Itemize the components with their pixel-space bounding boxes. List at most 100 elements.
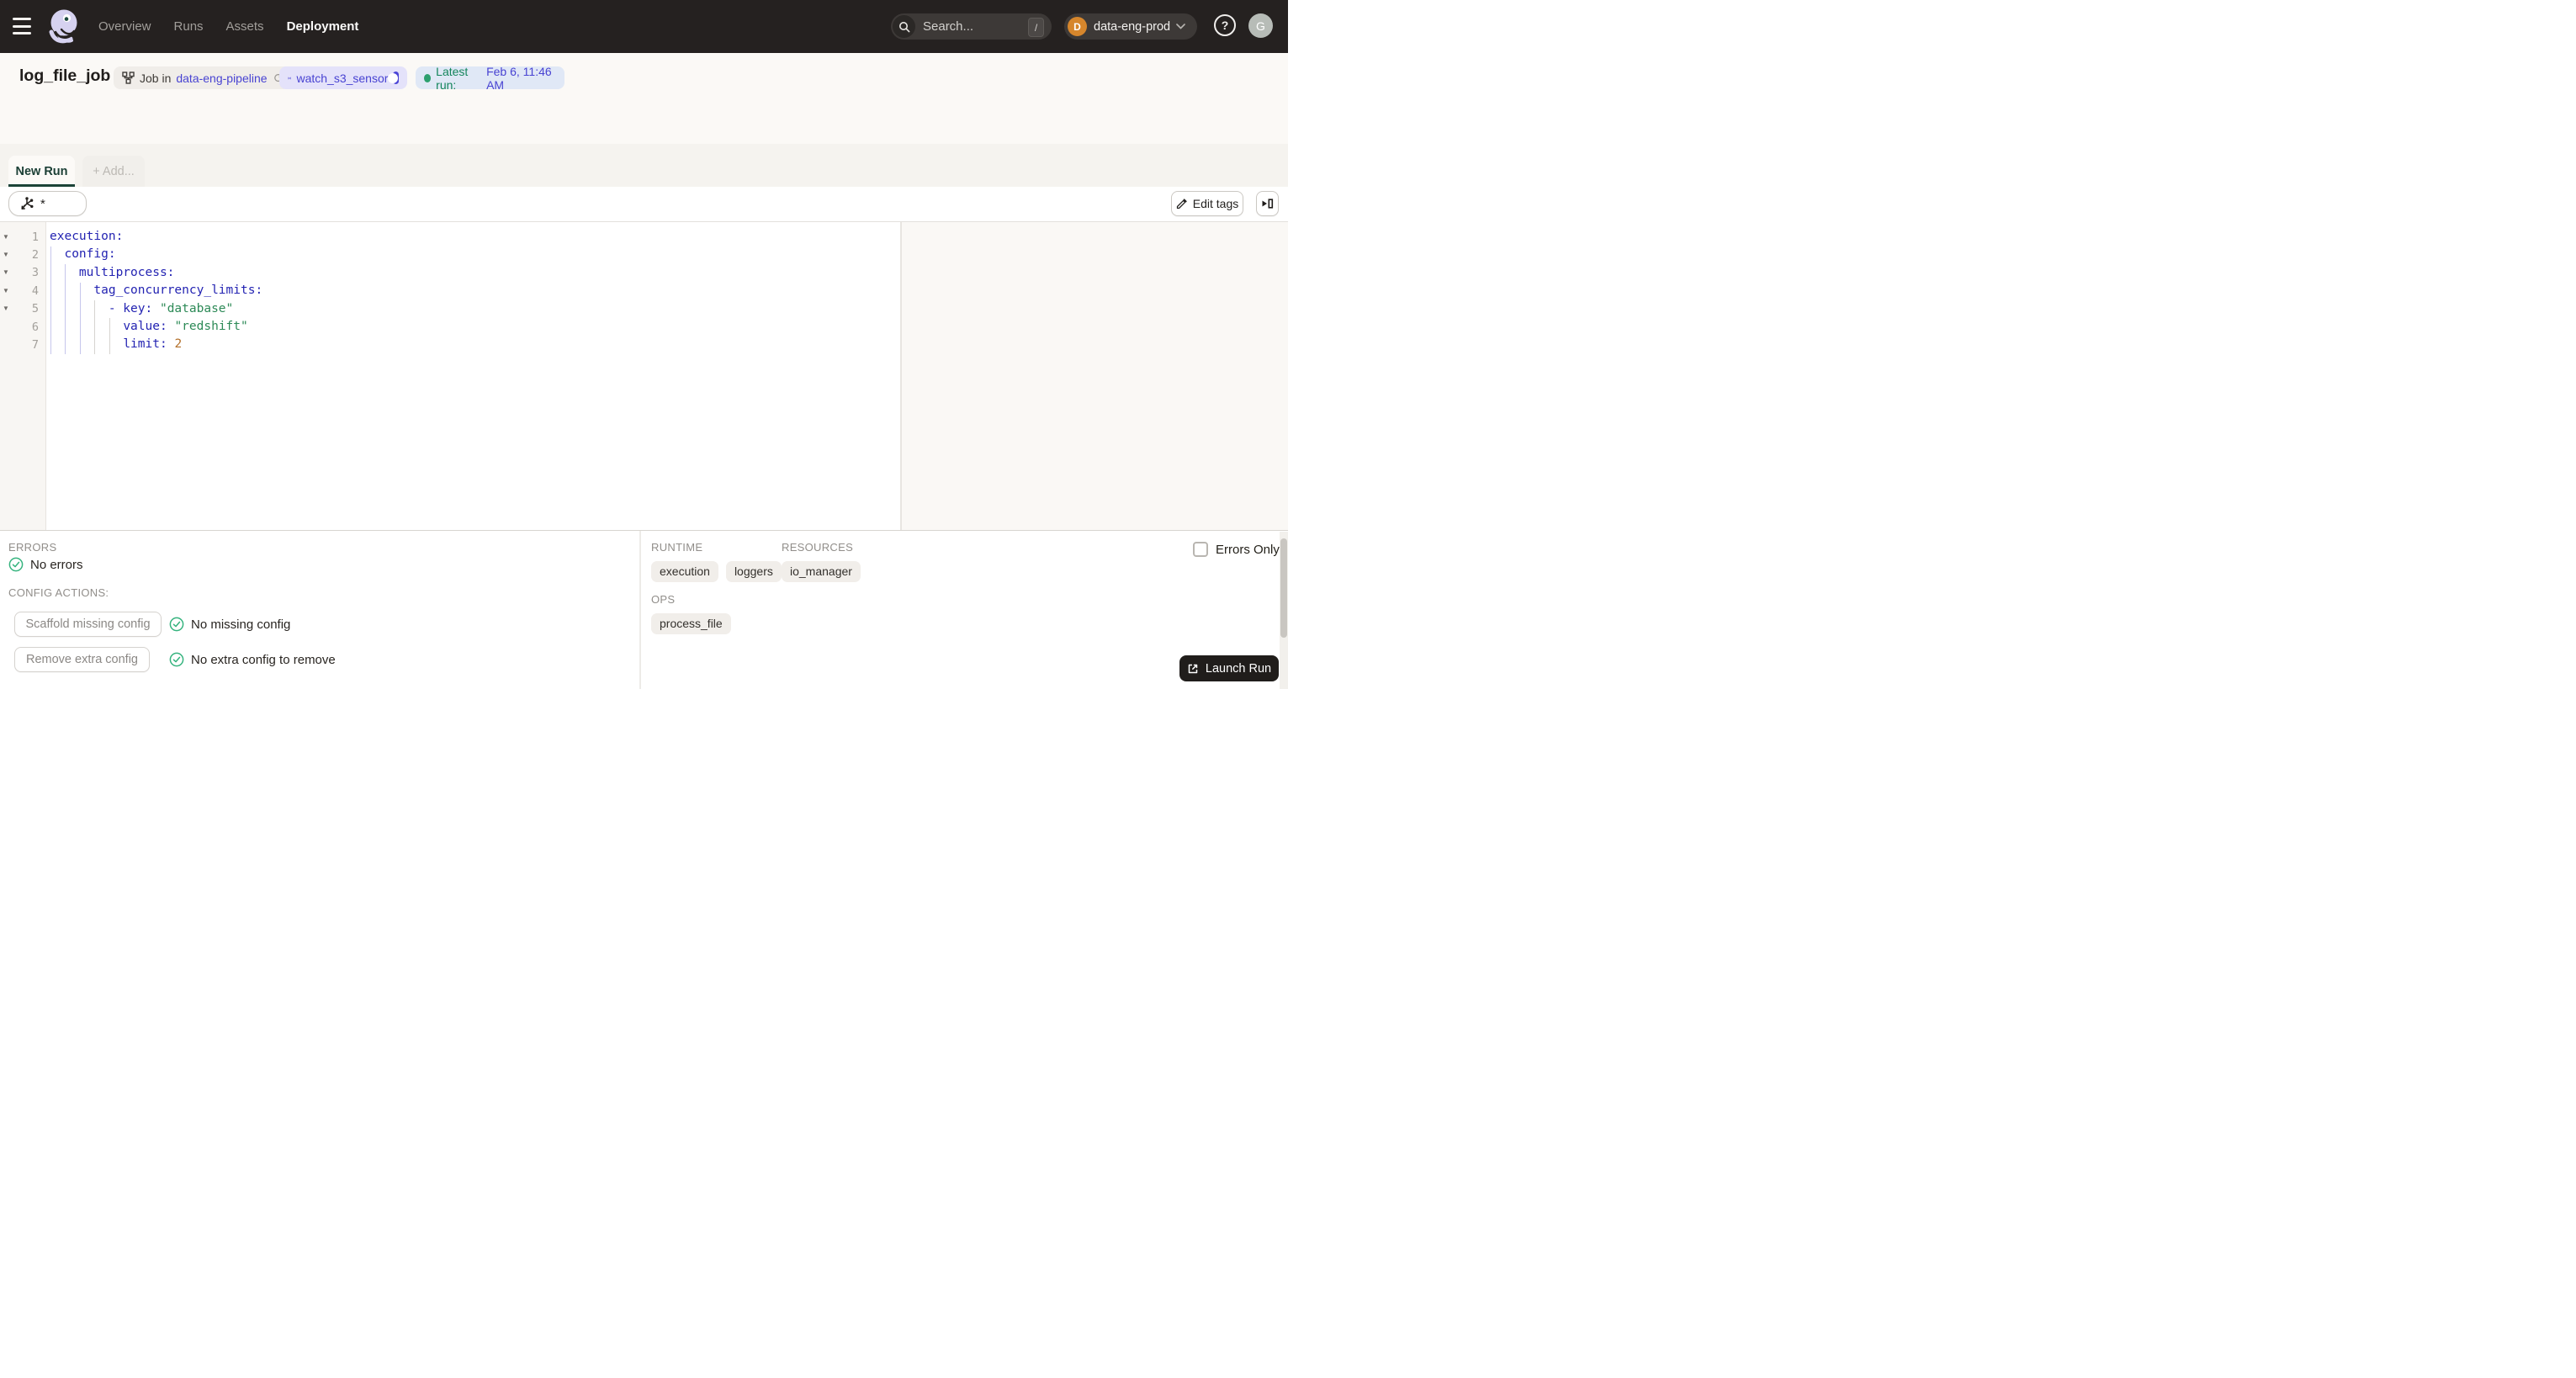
latest-run-label: Latest run: bbox=[436, 64, 469, 92]
fold-arrow-icon[interactable]: ▼ bbox=[0, 252, 12, 258]
code-lines[interactable]: execution: config: multiprocess: tag_con… bbox=[47, 228, 899, 354]
session-tab-new-run[interactable]: New Run bbox=[8, 156, 75, 187]
scaffold-missing-config-button[interactable]: Scaffold missing config bbox=[14, 612, 162, 637]
line-number: 3 bbox=[31, 266, 39, 280]
gutter-row: 6 bbox=[0, 318, 45, 336]
fold-arrow-icon[interactable]: ▼ bbox=[0, 233, 12, 241]
config-chip[interactable]: loggers bbox=[725, 561, 782, 582]
code-line: limit: 2 bbox=[123, 337, 183, 352]
fold-arrow-icon[interactable]: ▼ bbox=[0, 287, 12, 294]
resources-chips: io_manager bbox=[782, 561, 861, 582]
ops-group: OPS process_file bbox=[651, 593, 731, 634]
config-editor: ▼ 1 ▼ 2 ▼ 3 ▼ 4 ▼ 5 6 7 execution: config: multipro… bbox=[0, 222, 1288, 530]
line-number: 7 bbox=[31, 338, 39, 352]
gutter-row: ▼ 5 bbox=[0, 300, 45, 318]
fold-arrow-icon[interactable]: ▼ bbox=[0, 269, 12, 276]
code-line: execution: bbox=[50, 230, 124, 243]
deployment-initial-badge: D bbox=[1068, 17, 1087, 36]
runtime-label: RUNTIME bbox=[651, 541, 703, 554]
job-pill-prefix: Job in bbox=[140, 71, 172, 85]
sensor-pill: watch_s3_sensor bbox=[279, 66, 407, 89]
dagster-logo-icon[interactable] bbox=[45, 7, 83, 47]
indent-guide bbox=[50, 246, 51, 354]
sensor-toggle[interactable] bbox=[387, 72, 399, 84]
job-graph-icon bbox=[122, 72, 135, 84]
pipeline-link[interactable]: data-eng-pipeline bbox=[176, 72, 267, 85]
latest-run-link[interactable]: Feb 6, 11:46 AM bbox=[486, 65, 556, 92]
chevron-down-icon bbox=[1176, 24, 1185, 29]
nav-overview[interactable]: Overview bbox=[98, 19, 151, 34]
user-avatar[interactable]: G bbox=[1248, 13, 1273, 38]
gutter-row: ▼ 3 bbox=[0, 264, 45, 282]
errors-label: ERRORS bbox=[8, 541, 57, 554]
help-icon[interactable]: ? bbox=[1214, 14, 1236, 36]
top-nav-bar: Overview Runs Assets Deployment Search... /… bbox=[0, 0, 1288, 53]
ops-label: OPS bbox=[651, 593, 676, 606]
line-number: 5 bbox=[31, 302, 39, 316]
deployment-switcher[interactable]: D data-eng-prod bbox=[1064, 13, 1197, 40]
nav-runs[interactable]: Runs bbox=[174, 19, 204, 34]
expand-panel-button[interactable] bbox=[1256, 191, 1279, 216]
remove-extra-config-button[interactable]: Remove extra config bbox=[14, 647, 150, 672]
no-extra-config-status: No extra config to remove bbox=[169, 652, 336, 667]
op-selector-value: * bbox=[40, 196, 45, 211]
nav-assets[interactable]: Assets bbox=[226, 19, 264, 34]
gutter-row: 7 bbox=[0, 336, 45, 353]
pencil-icon bbox=[1176, 198, 1187, 209]
search-input[interactable]: Search... / bbox=[891, 13, 1052, 40]
editor-gutter: ▼ 1 ▼ 2 ▼ 3 ▼ 4 ▼ 5 6 7 bbox=[0, 222, 46, 530]
code-line: value: "redshift" bbox=[123, 320, 248, 334]
code-line: - key: "database" bbox=[108, 301, 234, 315]
line-number: 2 bbox=[31, 248, 39, 262]
search-icon bbox=[893, 15, 915, 38]
bottom-split-divider bbox=[639, 531, 641, 689]
errors-only-label: Errors Only bbox=[1216, 543, 1280, 557]
launchpad-toolbar: * Edit tags bbox=[0, 187, 1288, 222]
ops-chips: process_file bbox=[651, 613, 731, 634]
search-shortcut-badge: / bbox=[1028, 18, 1044, 37]
resources-group: RESOURCES io_manager bbox=[782, 541, 861, 582]
page-header: log_file_job Job in data-eng-pipeline ⟳ … bbox=[0, 53, 1288, 197]
code-line: config: bbox=[64, 247, 116, 262]
indent-guide bbox=[109, 318, 110, 354]
nav-deployment[interactable]: Deployment bbox=[287, 19, 359, 34]
check-circle-icon bbox=[8, 557, 24, 572]
sensor-link[interactable]: watch_s3_sensor bbox=[296, 72, 388, 85]
code-line: tag_concurrency_limits: bbox=[93, 284, 263, 298]
errors-only-checkbox[interactable] bbox=[1193, 542, 1208, 557]
fold-arrow-icon[interactable]: ▼ bbox=[0, 305, 12, 312]
launchpad-tab-strip: New Run + Add... bbox=[0, 144, 1288, 187]
gutter-row: ▼ 2 bbox=[0, 246, 45, 263]
hamburger-menu-icon[interactable] bbox=[13, 18, 31, 34]
page-title: log_file_job bbox=[19, 66, 111, 85]
code-line: multiprocess: bbox=[78, 265, 175, 279]
no-errors-status: No errors bbox=[8, 557, 83, 572]
op-selector-input[interactable]: * bbox=[8, 191, 87, 216]
run-status-dot bbox=[424, 73, 432, 82]
indent-guide bbox=[94, 300, 95, 354]
gutter-row: ▼ 4 bbox=[0, 282, 45, 299]
indent-guide bbox=[65, 264, 66, 354]
op-graph-icon bbox=[21, 197, 34, 209]
job-breadcrumb-pill: Job in data-eng-pipeline ⟳ bbox=[114, 66, 302, 89]
config-actions-label: CONFIG ACTIONS: bbox=[8, 586, 109, 599]
launch-run-button[interactable]: Launch Run bbox=[1179, 655, 1279, 681]
indent-guide bbox=[80, 283, 81, 354]
deployment-name: data-eng-prod bbox=[1094, 19, 1171, 34]
runtime-group: RUNTIME execution loggers bbox=[651, 541, 782, 582]
edit-tags-button[interactable]: Edit tags bbox=[1171, 191, 1243, 216]
config-chip[interactable]: io_manager bbox=[782, 561, 861, 582]
config-chip[interactable]: process_file bbox=[651, 613, 731, 634]
check-circle-icon bbox=[169, 617, 184, 632]
no-missing-config-status: No missing config bbox=[169, 617, 290, 632]
editor-right-pane bbox=[902, 222, 1288, 530]
sensor-icon bbox=[288, 77, 292, 79]
line-number: 6 bbox=[31, 320, 39, 334]
session-tab-add[interactable]: + Add... bbox=[82, 156, 145, 187]
resources-label: RESOURCES bbox=[782, 541, 854, 554]
line-number: 1 bbox=[31, 230, 39, 244]
primary-nav: Overview Runs Assets Deployment bbox=[98, 0, 358, 53]
scrollbar-thumb[interactable] bbox=[1280, 538, 1287, 638]
launch-icon bbox=[1188, 664, 1198, 673]
config-chip[interactable]: execution bbox=[651, 561, 718, 582]
